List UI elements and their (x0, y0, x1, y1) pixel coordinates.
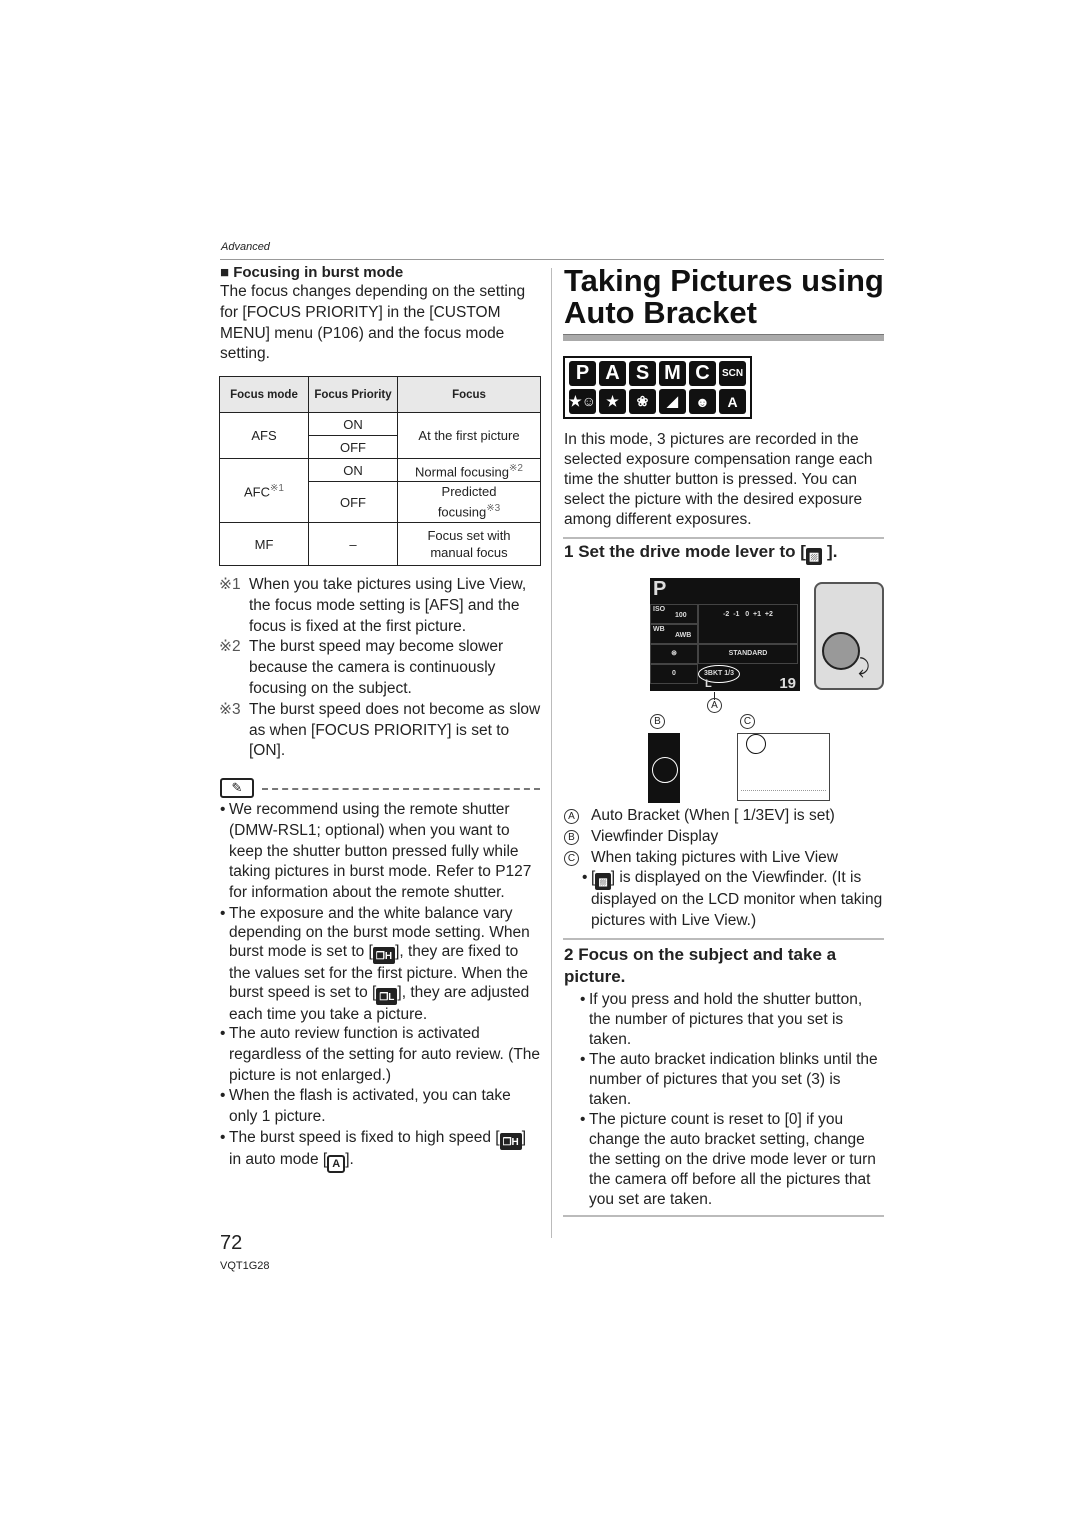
burst-high-icon: ❒H (499, 1132, 522, 1150)
cell-focus: Predicted focusing※3 (397, 481, 541, 523)
square-bullet-icon: ■ (220, 264, 230, 281)
note-bullet: • The exposure and the white balance vary… (220, 904, 530, 1023)
divider (563, 537, 884, 539)
burst-high-icon: ❒H (372, 946, 396, 964)
live-view-illustration (737, 733, 830, 801)
burst-focus-heading: ■ Focusing in burst mode (220, 264, 542, 281)
cell-mode: AFS (219, 412, 309, 459)
lcd-mode: P (653, 578, 667, 600)
mode-icon: SCN (719, 361, 746, 386)
legend-item: B Viewfinder Display (564, 827, 884, 848)
divider (563, 1215, 884, 1217)
auto-bracket-icon: ▨ (595, 873, 611, 891)
note-bullet: • We recommend using the remote shutter (… (220, 801, 532, 902)
title-underline (563, 334, 884, 341)
col-header: Focus Priority (308, 376, 398, 413)
page-title: Taking Pictures using Auto Bracket (564, 263, 884, 330)
burst-low-icon: ❒L (376, 987, 398, 1005)
header-rule (220, 259, 884, 260)
mode-icon: ★☺ (569, 389, 596, 414)
label-c: C (740, 714, 755, 729)
cell-priority: ON (308, 412, 398, 436)
mode-icon: P (569, 361, 596, 386)
note-bullet: • The burst speed is fixed to high speed … (220, 1128, 542, 1173)
intro-paragraph: In this mode, 3 pictures are recorded in… (564, 431, 873, 528)
auto-mode-icon: A (327, 1154, 346, 1173)
mode-icon: M (659, 361, 686, 386)
page-number: 72 (220, 1232, 243, 1254)
section-label: Advanced (221, 241, 270, 253)
col-header: Focus mode (219, 376, 309, 413)
step-2: 2 Focus on the subject and take a pictur… (564, 945, 837, 986)
mode-icon: ❀ (629, 389, 656, 414)
cell-focus: Normal focusing※2 (397, 458, 541, 482)
cell-focus: At the first picture (397, 412, 541, 459)
col-header: Focus (397, 376, 541, 413)
column-divider (551, 268, 552, 1238)
figure-legend: A Auto Bracket (When [ 1/3EV] is set) B Vi… (564, 806, 884, 932)
lcd-display-illustration: P ISO 100 WB AWB -2 -1 0 +1 +2 ⊛ STANDARD … (650, 578, 800, 692)
cell-focus: Focus set with manual focus (397, 522, 541, 566)
bullet: • The auto bracket indication blinks unti… (580, 1051, 878, 1108)
mode-icons: P A S M C SCN ★☺ ★ ❀ ◢ ☻ A (563, 356, 752, 419)
mode-icon: ★ (599, 389, 626, 414)
viewfinder-illustration (648, 733, 680, 803)
mode-icon: S (629, 361, 656, 386)
cell-priority: ON (308, 458, 398, 482)
cell-priority: OFF (308, 435, 398, 459)
heading-text: Focusing in burst mode (233, 264, 404, 281)
note-icon: ✎ (220, 778, 254, 798)
focus-table: Focus mode Focus Priority Focus AFS ON At th… (219, 376, 541, 566)
mode-icon: C (689, 361, 716, 386)
legend-item: C When taking pictures with Live View (564, 848, 884, 869)
legend-item: A Auto Bracket (When [ 1/3EV] is set) (564, 806, 884, 827)
footnotes: ※1 When you take pictures using Live View… (219, 575, 542, 762)
bullet: • The picture count is reset to [0] if yo… (580, 1111, 876, 1208)
note-bullet: • When the flash is activated, you can ta… (220, 1087, 511, 1126)
note-bullet: • The auto review function is activated r… (220, 1024, 541, 1084)
footnote: ※1 When you take pictures using Live View… (219, 576, 527, 635)
mode-icon: A (599, 361, 626, 386)
cell-mode: AFC※1 (219, 458, 309, 523)
step2-bullets: • If you press and hold the shutter butto… (580, 990, 884, 1210)
footnote: ※2 The burst speed may become slower beca… (219, 638, 504, 697)
document-code: VQT1G28 (220, 1260, 270, 1272)
footnote: ※3 The burst speed does not become as slo… (219, 700, 541, 760)
step-1: 1 Set the drive mode lever to [▨ ]. (564, 542, 838, 565)
intro-paragraph: The focus changes depending on the setti… (220, 283, 526, 363)
label-b: B (650, 714, 665, 729)
cell-priority: OFF (308, 481, 398, 523)
mode-icon: ◢ (659, 389, 686, 414)
notes-list: • We recommend using the remote shutter (… (220, 800, 542, 1173)
label-a: A (707, 698, 722, 713)
legend-bullet: •[▨] is displayed on the Viewfinder. (It… (582, 869, 883, 930)
bullet: • If you press and hold the shutter butto… (580, 991, 863, 1048)
drive-lever-illustration: ⤸ (814, 582, 884, 690)
mode-icon: ☻ (689, 389, 716, 414)
divider (563, 938, 884, 940)
auto-bracket-icon: ▨ (805, 548, 823, 565)
cell-mode: MF (219, 522, 309, 566)
mode-icon: A (719, 389, 746, 414)
cell-priority: – (308, 522, 398, 566)
note-dashed-line (262, 788, 540, 790)
